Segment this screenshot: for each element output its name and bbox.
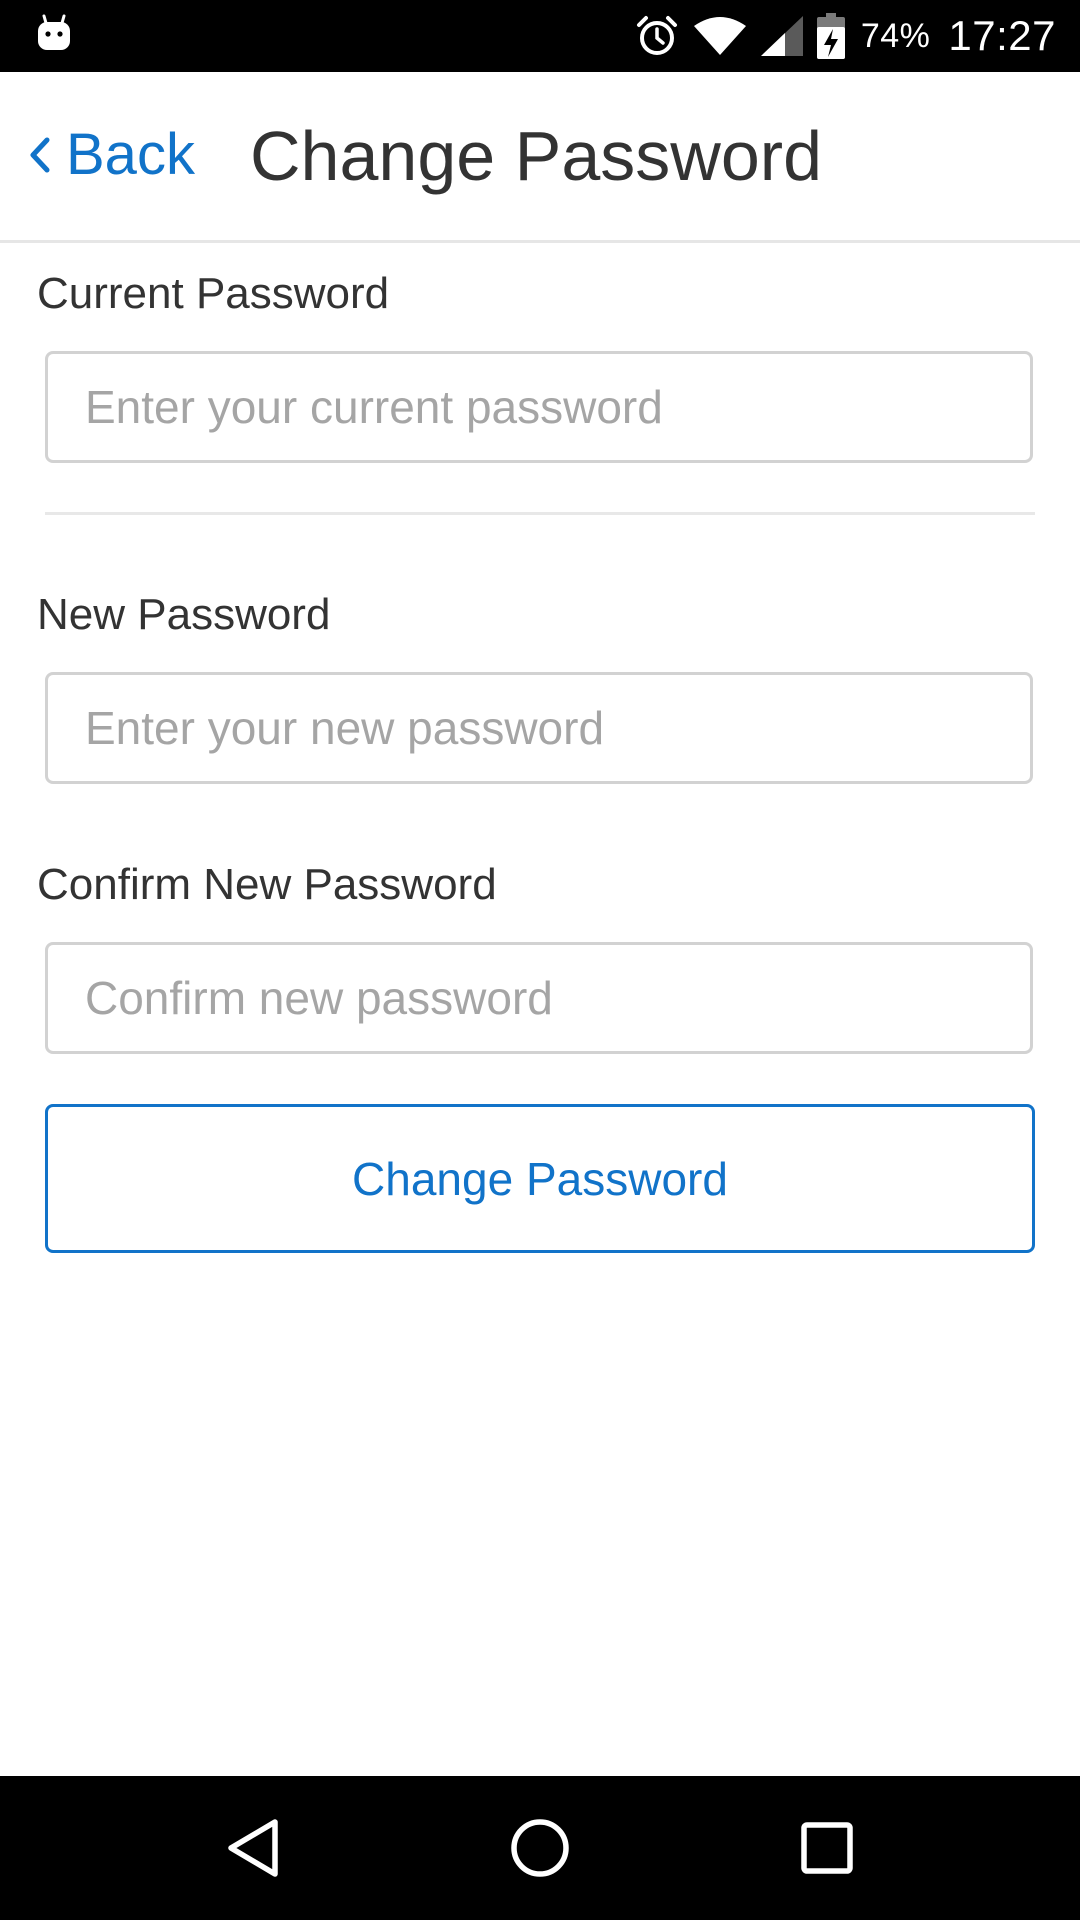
battery-charging-icon [816,13,845,59]
change-password-screen: 74% 17:27 Back Change Password Current P… [0,0,1080,1920]
nav-recents-icon[interactable] [777,1798,877,1898]
divider [45,512,1035,515]
page-title: Change Password [250,117,822,195]
new-password-label: New Password [37,590,331,639]
current-password-input[interactable] [45,351,1033,463]
current-password-label: Current Password [37,269,390,318]
navigation-bar [0,1776,1080,1920]
wifi-icon [693,16,747,56]
nav-back-icon[interactable] [203,1798,303,1898]
change-password-button[interactable]: Change Password [45,1104,1035,1253]
new-password-input[interactable] [45,672,1033,784]
alarm-icon [635,14,679,58]
back-label: Back [66,122,195,187]
chevron-left-icon [28,137,52,173]
app-header: Back Change Password [0,72,1080,243]
nav-home-icon[interactable] [490,1798,590,1898]
battery-percentage: 74% [860,16,931,55]
cell-signal-icon [760,16,803,56]
android-icon [36,14,72,54]
confirm-password-input[interactable] [45,942,1033,1054]
status-icons: 74% 17:27 [621,0,1056,72]
confirm-password-label: Confirm New Password [37,860,497,909]
status-clock: 17:27 [948,12,1056,59]
status-bar: 74% 17:27 [0,0,1080,72]
back-button[interactable]: Back [28,124,195,186]
